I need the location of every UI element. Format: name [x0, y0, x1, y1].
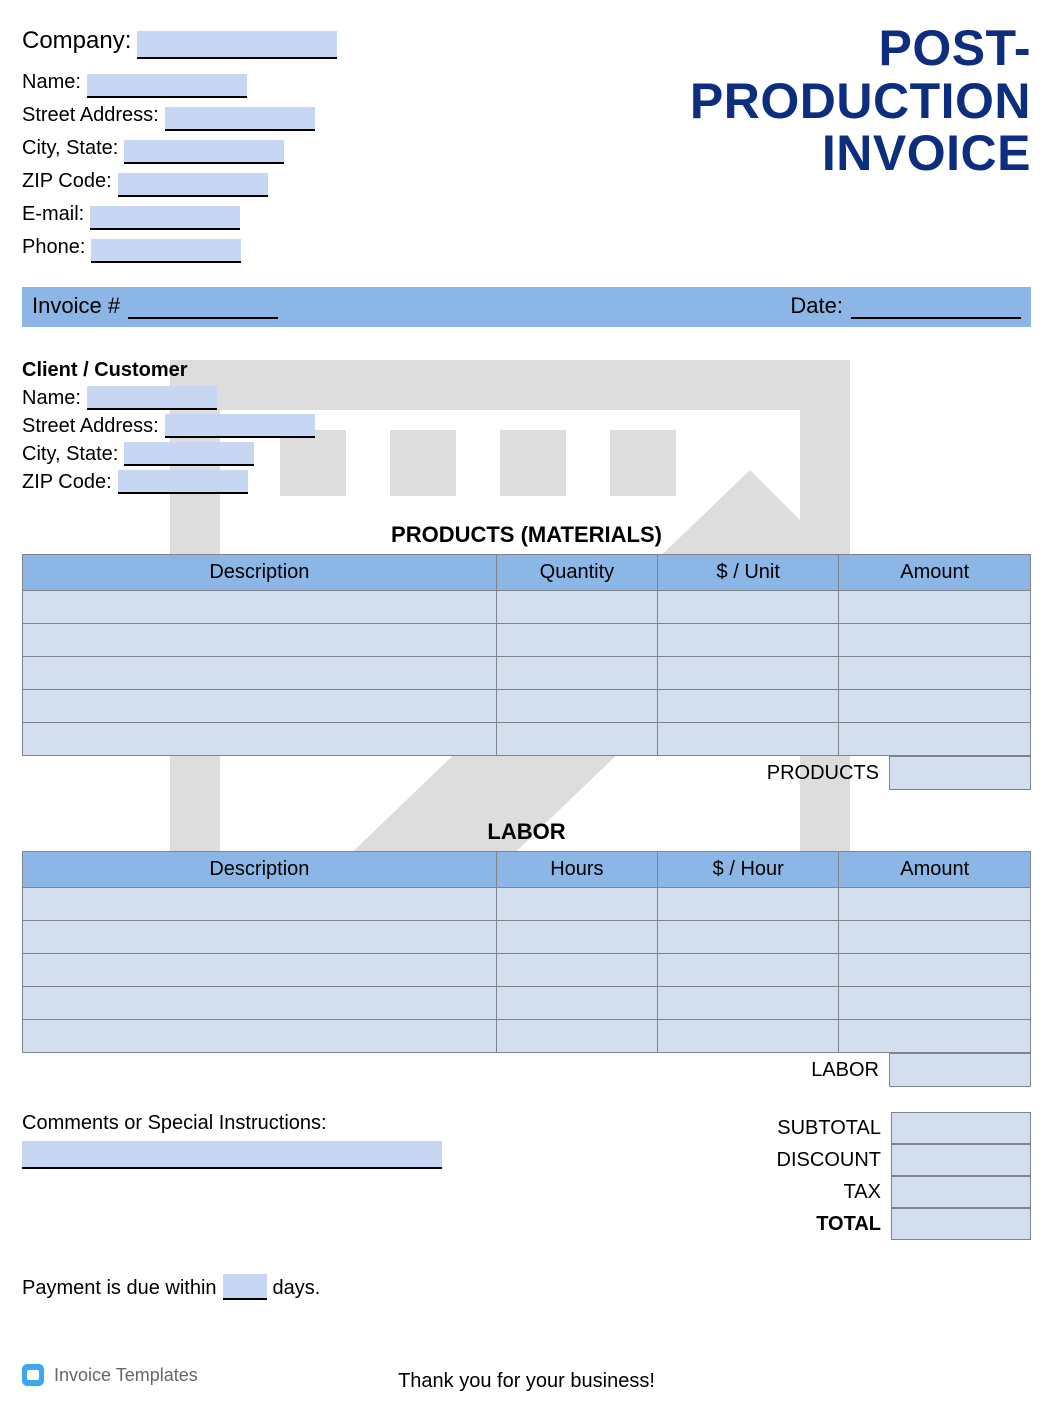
client-heading: Client / Customer [22, 359, 1031, 382]
products-subtotal-box[interactable] [889, 756, 1031, 790]
comments-input[interactable] [22, 1141, 442, 1169]
labor-col-hours: Hours [496, 852, 657, 888]
comments-label: Comments or Special Instructions: [22, 1112, 327, 1134]
company-zip-input[interactable] [118, 173, 268, 197]
payment-post: days. [273, 1277, 321, 1300]
payment-days-input[interactable] [223, 1274, 267, 1300]
table-row[interactable] [23, 921, 1031, 954]
total-box[interactable] [891, 1208, 1031, 1240]
table-row[interactable] [23, 690, 1031, 723]
company-name-input[interactable] [87, 74, 247, 98]
discount-label: DISCOUNT [721, 1149, 891, 1172]
company-city-label: City, State: [22, 133, 118, 164]
client-block: Client / Customer Name: Street Address: … [22, 359, 1031, 494]
labor-col-amount: Amount [839, 852, 1031, 888]
labor-subtotal-box[interactable] [889, 1053, 1031, 1087]
table-row[interactable] [23, 723, 1031, 756]
company-city-input[interactable] [124, 140, 284, 164]
products-subtotal-label: PRODUCTS [721, 756, 889, 791]
tax-label: TAX [721, 1181, 891, 1204]
labor-title: LABOR [22, 819, 1031, 845]
products-table: Description Quantity $ / Unit Amount [22, 554, 1031, 756]
company-email-input[interactable] [90, 206, 240, 230]
discount-box[interactable] [891, 1144, 1031, 1176]
tax-box[interactable] [891, 1176, 1031, 1208]
table-row[interactable] [23, 624, 1031, 657]
company-email-label: E-mail: [22, 199, 84, 230]
labor-subtotal-label: LABOR [721, 1053, 889, 1088]
total-label: TOTAL [721, 1213, 891, 1236]
client-name-input[interactable] [87, 386, 217, 410]
invoice-bar: Invoice # Date: [22, 287, 1031, 327]
subtotal-box[interactable] [891, 1112, 1031, 1144]
document-title: POST- PRODUCTION INVOICE [690, 22, 1031, 180]
products-col-unit: $ / Unit [658, 555, 839, 591]
invoice-number-label: Invoice # [32, 293, 120, 319]
invoice-date-label: Date: [790, 293, 843, 319]
products-col-quantity: Quantity [496, 555, 657, 591]
invoice-date-input[interactable] [851, 295, 1021, 319]
company-street-input[interactable] [165, 107, 315, 131]
company-street-label: Street Address: [22, 100, 159, 131]
client-street-input[interactable] [165, 414, 315, 438]
table-row[interactable] [23, 657, 1031, 690]
products-col-amount: Amount [839, 555, 1031, 591]
company-phone-label: Phone: [22, 232, 85, 263]
table-row[interactable] [23, 954, 1031, 987]
client-city-label: City, State: [22, 443, 118, 466]
products-title: PRODUCTS (MATERIALS) [22, 522, 1031, 548]
totals-block: SUBTOTAL DISCOUNT TAX TOTAL [721, 1112, 1031, 1240]
table-row[interactable] [23, 1020, 1031, 1053]
company-input[interactable] [137, 31, 337, 59]
table-row[interactable] [23, 987, 1031, 1020]
thank-you: Thank you for your business! [22, 1370, 1031, 1393]
company-block: Company: Name: Street Address: City, Sta… [22, 22, 337, 265]
labor-table: Description Hours $ / Hour Amount [22, 851, 1031, 1053]
invoice-number-input[interactable] [128, 295, 278, 319]
client-city-input[interactable] [124, 442, 254, 466]
labor-col-description: Description [23, 852, 497, 888]
company-label: Company: [22, 22, 131, 59]
labor-col-rate: $ / Hour [658, 852, 839, 888]
client-name-label: Name: [22, 387, 81, 410]
table-row[interactable] [23, 591, 1031, 624]
company-phone-input[interactable] [91, 239, 241, 263]
payment-pre: Payment is due within [22, 1277, 217, 1300]
client-zip-input[interactable] [118, 470, 248, 494]
client-street-label: Street Address: [22, 415, 159, 438]
company-zip-label: ZIP Code: [22, 166, 112, 197]
client-zip-label: ZIP Code: [22, 471, 112, 494]
table-row[interactable] [23, 888, 1031, 921]
subtotal-label: SUBTOTAL [721, 1117, 891, 1140]
company-name-label: Name: [22, 67, 81, 98]
products-col-description: Description [23, 555, 497, 591]
